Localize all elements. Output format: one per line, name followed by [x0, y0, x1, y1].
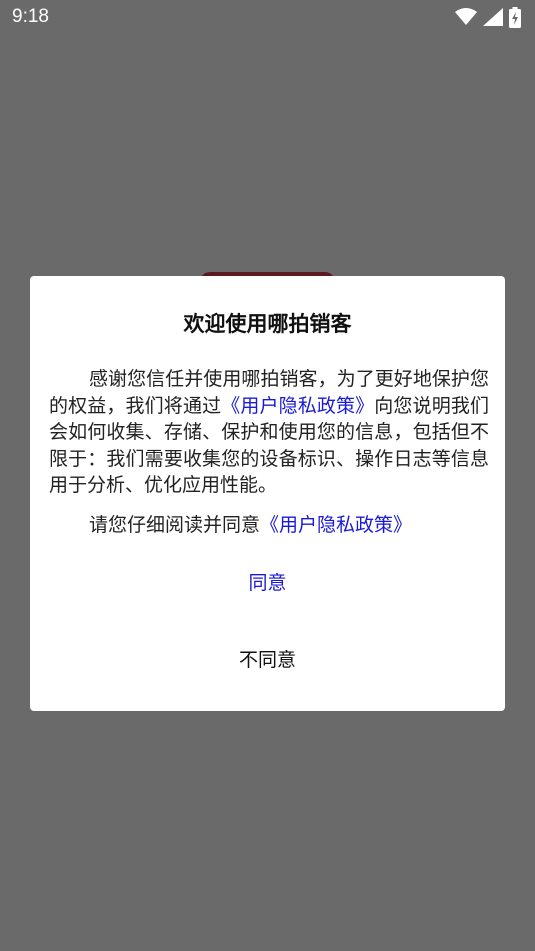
- status-icons: [455, 6, 521, 28]
- prompt-text: 请您仔细阅读并同意: [89, 514, 261, 536]
- agree-button[interactable]: 同意: [30, 566, 505, 600]
- wifi-icon: [455, 8, 477, 25]
- dialog-body: 感谢您信任并使用哪拍销客，为了更好地保护您的权益，我们将通过《用户隐私政策》向您…: [49, 366, 489, 499]
- privacy-dialog: 欢迎使用哪拍销客 感谢您信任并使用哪拍销客，为了更好地保护您的权益，我们将通过《…: [30, 276, 505, 711]
- dialog-title: 欢迎使用哪拍销客: [183, 312, 352, 336]
- disagree-button[interactable]: 不同意: [30, 643, 505, 677]
- status-time: 9:18: [12, 6, 49, 27]
- battery-charging-icon: [509, 6, 521, 28]
- prompt-privacy-policy-link[interactable]: 《用户隐私政策》: [260, 514, 412, 536]
- status-bar: 9:18: [0, 0, 535, 34]
- privacy-policy-link[interactable]: 《用户隐私政策》: [221, 395, 374, 417]
- cell-signal-icon: [483, 8, 503, 26]
- dialog-prompt: 请您仔细阅读并同意《用户隐私政策》: [89, 512, 489, 538]
